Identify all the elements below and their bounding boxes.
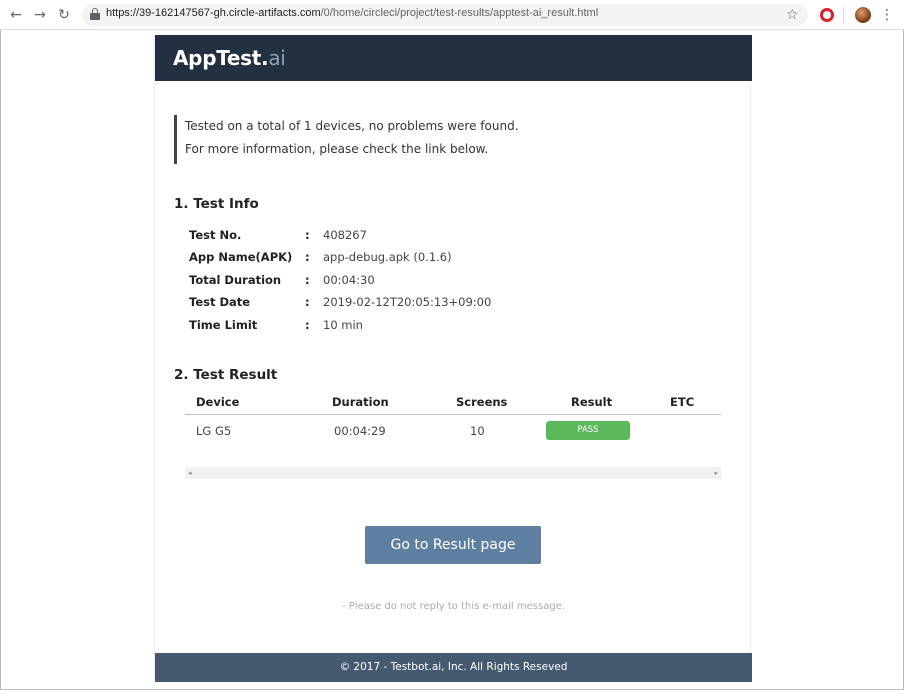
email-footer: © 2017 - Testbot.ai, Inc. All Rights Res… [155, 653, 752, 682]
email-container: AppTest.ai Tested on a total of 1 device… [154, 35, 752, 682]
table-header-divider [185, 414, 721, 415]
scroll-right-icon[interactable]: ▸ [714, 467, 718, 479]
info-colon: : [305, 250, 310, 264]
reload-icon[interactable]: ↻ [54, 5, 74, 25]
info-colon: : [305, 228, 310, 242]
summary-notice: Tested on a total of 1 devices, no probl… [174, 115, 714, 164]
cell-duration: 00:04:29 [334, 424, 386, 438]
column-header-screens: Screens [456, 395, 508, 409]
opera-extension-icon[interactable] [820, 8, 834, 22]
notice-line-2: For more information, please check the l… [185, 142, 489, 156]
browser-toolbar: ← → ↻ https://39-162147567-gh.circle-art… [0, 0, 904, 30]
info-colon: : [305, 318, 310, 332]
info-key: Test No. [189, 228, 242, 242]
horizontal-scrollbar[interactable]: ◂ ▸ [185, 467, 721, 479]
apptest-logo: AppTest.ai [173, 46, 286, 70]
info-key: App Name(APK) [189, 250, 293, 264]
notice-line-1: Tested on a total of 1 devices, no probl… [185, 119, 519, 133]
info-key: Test Date [189, 295, 251, 309]
url-text[interactable]: https://39-162147567-gh.circle-artifacts… [106, 7, 598, 19]
logo-suffix: ai [268, 46, 286, 70]
column-header-duration: Duration [332, 395, 389, 409]
lock-icon [90, 8, 100, 21]
cell-device: LG G5 [196, 424, 232, 438]
test-info-heading: 1. Test Info [174, 196, 259, 212]
info-value: 10 min [323, 318, 363, 332]
toolbar-divider [843, 7, 844, 23]
test-result-heading: 2. Test Result [174, 367, 278, 383]
email-header: AppTest.ai [155, 35, 752, 81]
url-host: https://39-162147567-gh.circle-artifacts… [106, 7, 321, 19]
address-bar[interactable]: https://39-162147567-gh.circle-artifacts… [82, 4, 808, 26]
cell-screens: 10 [470, 424, 485, 438]
info-value: 2019-02-12T20:05:13+09:00 [323, 295, 492, 309]
column-header-etc: ETC [670, 395, 695, 409]
logo-main: AppTest. [173, 46, 269, 70]
go-to-result-button[interactable]: Go to Result page [365, 526, 541, 564]
info-value: 408267 [323, 228, 367, 242]
info-colon: : [305, 273, 310, 287]
profile-avatar[interactable] [855, 7, 871, 23]
kebab-menu-icon[interactable]: ⋮ [880, 5, 894, 25]
column-header-result: Result [571, 395, 613, 409]
info-value: app-debug.apk (0.1.6) [323, 250, 452, 264]
pass-badge: PASS [546, 421, 630, 440]
info-colon: : [305, 295, 310, 309]
no-reply-notice: - Please do not reply to this e-mail mes… [341, 601, 565, 612]
bookmark-star-icon[interactable]: ☆ [786, 5, 799, 25]
info-key: Total Duration [189, 273, 282, 287]
column-header-device: Device [196, 395, 240, 409]
info-key: Time Limit [189, 318, 258, 332]
forward-arrow-icon[interactable]: → [30, 5, 50, 25]
info-value: 00:04:30 [323, 273, 375, 287]
back-arrow-icon[interactable]: ← [6, 5, 26, 25]
url-path: /0/home/circleci/project/test-results/ap… [320, 7, 599, 19]
scroll-left-icon[interactable]: ◂ [188, 467, 192, 479]
